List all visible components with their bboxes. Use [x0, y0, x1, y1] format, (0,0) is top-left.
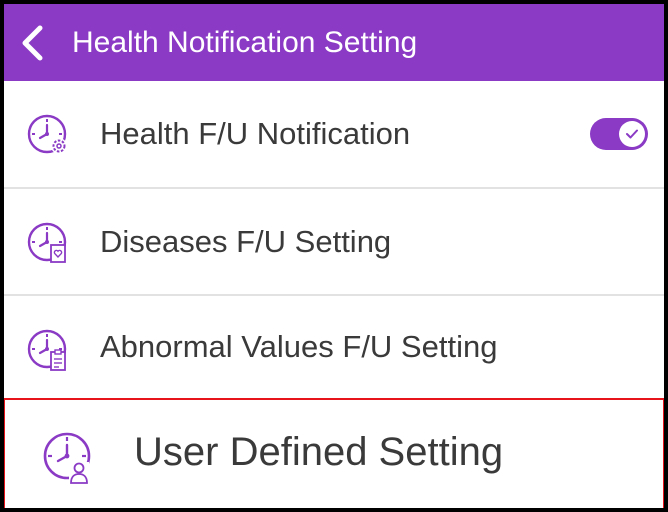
clock-document-heart-icon: [27, 222, 67, 263]
item-label: Health F/U Notification: [100, 116, 411, 151]
item-label: Abnormal Values F/U Setting: [100, 329, 498, 364]
item-label: Diseases F/U Setting: [100, 224, 392, 259]
health-notification-toggle[interactable]: [590, 118, 648, 150]
back-button[interactable]: [14, 22, 54, 64]
health-notification-screen: Health Notification Setting Health F/U N…: [4, 4, 664, 508]
page-title: Health Notification Setting: [72, 26, 418, 59]
toggle-knob: [619, 121, 645, 147]
highlight-box: [4, 398, 664, 508]
abnormal-values-fu-setting-row[interactable]: Abnormal Values F/U Setting: [4, 296, 664, 397]
chevron-left-icon: [22, 25, 43, 61]
checkmark-icon: [626, 129, 638, 139]
clock-gear-icon: [27, 114, 67, 154]
health-fu-notification-row[interactable]: Health F/U Notification: [4, 81, 664, 187]
diseases-fu-setting-row[interactable]: Diseases F/U Setting: [4, 189, 664, 294]
clock-clipboard-icon: [27, 329, 67, 371]
app-header: Health Notification Setting: [4, 4, 664, 81]
